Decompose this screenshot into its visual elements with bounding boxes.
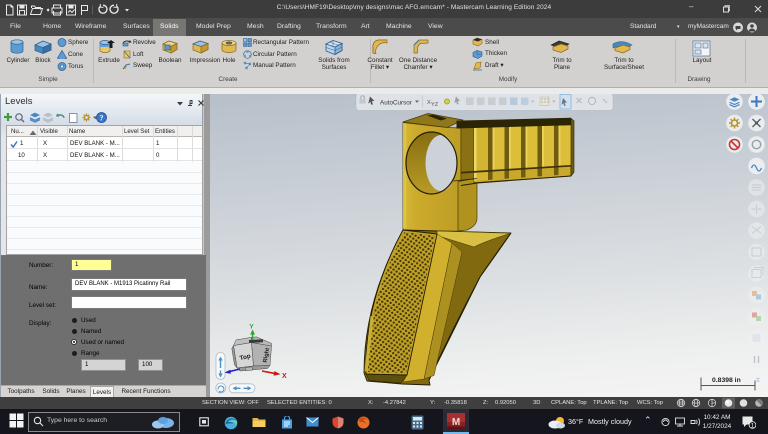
svg-text:AutoCursor: AutoCursor — [380, 100, 412, 107]
svg-text:Y: Y — [249, 324, 254, 331]
svg-text:0.8398 in: 0.8398 in — [712, 377, 741, 384]
svg-text:?: ? — [100, 113, 104, 122]
svg-text:M: M — [452, 417, 460, 428]
svg-text:1: 1 — [751, 422, 755, 429]
svg-text:YZ: YZ — [431, 102, 439, 108]
svg-text:X: X — [282, 373, 287, 380]
